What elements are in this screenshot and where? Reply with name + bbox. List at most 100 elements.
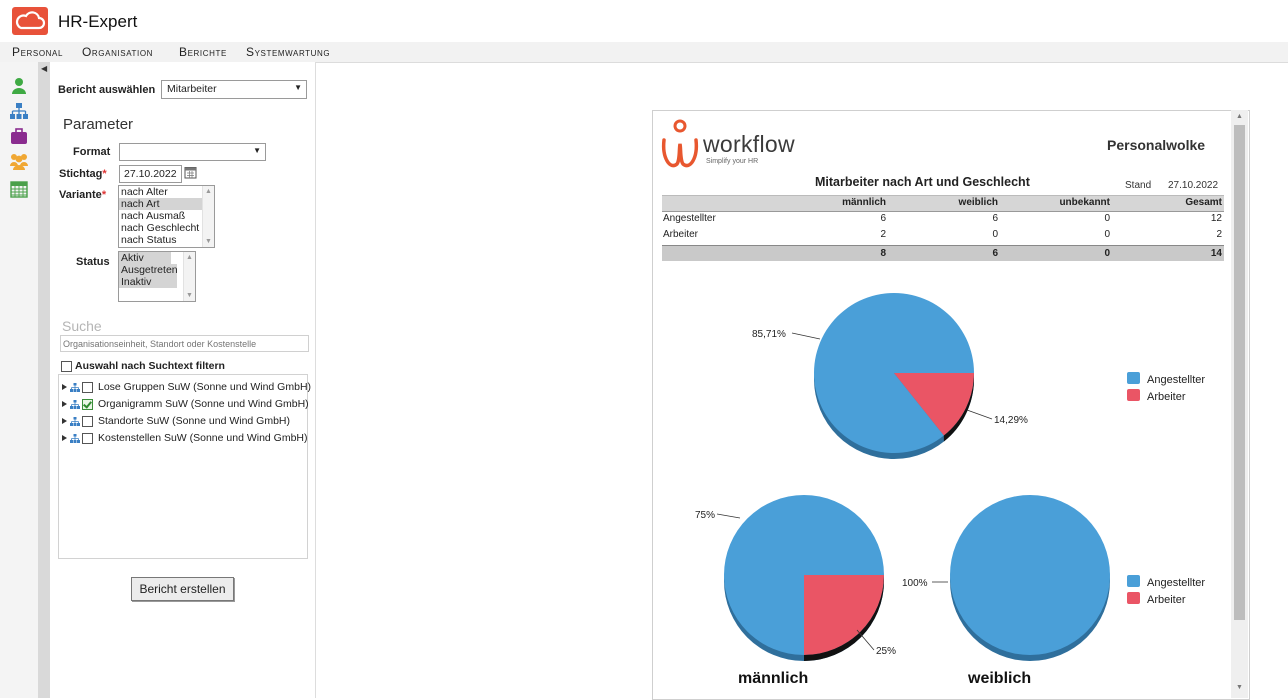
stand-label: Stand: [1125, 180, 1152, 191]
total-cell: 6: [992, 248, 998, 259]
filter-checkbox-label: Auswahl nach Suchtext filtern: [75, 360, 225, 372]
org-chart-icon: [70, 416, 80, 426]
person-icon[interactable]: [10, 77, 28, 95]
menu-organisation[interactable]: Organisation: [82, 45, 153, 59]
brand-tagline: Simplify your HR: [706, 158, 759, 165]
org-chart-icon: [70, 399, 80, 409]
stand-date: 27.10.2022: [1168, 180, 1219, 191]
tree-item[interactable]: Standorte SuW (Sonne und Wind GmbH): [62, 414, 290, 428]
pie-title-weiblich: weiblich: [967, 670, 1031, 687]
legend-label: Arbeiter: [1147, 391, 1186, 403]
stichtag-label: Stichtag*: [59, 168, 107, 180]
filter-checkbox-row[interactable]: Auswahl nach Suchtext filtern: [61, 360, 225, 372]
legend-swatch-arbeiter: [1127, 389, 1140, 401]
calendar-picker-icon[interactable]: [184, 166, 197, 179]
scroll-down-icon[interactable]: ▼: [1236, 684, 1243, 691]
variante-listbox[interactable]: nach Alter nach Art nach Ausmaß nach Ges…: [118, 185, 215, 248]
create-report-button[interactable]: Bericht erstellen: [131, 577, 234, 601]
org-chart-icon[interactable]: [10, 102, 28, 120]
listbox-scrollbar[interactable]: ▲ ▼: [202, 186, 214, 247]
collapse-panel-icon[interactable]: ◀: [41, 64, 47, 73]
format-select[interactable]: ▼: [119, 143, 266, 161]
scroll-up-icon[interactable]: ▲: [1236, 113, 1243, 120]
tree-checkbox-checked[interactable]: [82, 398, 93, 410]
table-cell: 0: [1104, 213, 1110, 224]
filter-checkbox[interactable]: [61, 360, 72, 372]
tree-checkbox[interactable]: [82, 415, 93, 427]
tree-checkbox[interactable]: [82, 381, 93, 393]
chevron-down-icon: ▼: [253, 146, 261, 155]
org-chart-icon: [70, 382, 80, 392]
tree-item[interactable]: Lose Gruppen SuW (Sonne und Wind GmbH): [62, 380, 311, 394]
org-chart-icon: [70, 433, 80, 443]
group-icon[interactable]: [10, 152, 28, 170]
table-cell: 0: [992, 229, 998, 240]
listbox-scrollbar[interactable]: ▲ ▼: [183, 252, 195, 301]
table-header: unbekannt: [1059, 197, 1110, 208]
report-select-label: Bericht auswählen: [58, 84, 156, 96]
expand-icon[interactable]: [62, 401, 67, 408]
pie-label: 75%: [695, 510, 715, 521]
variant-option[interactable]: nach Status: [119, 234, 214, 246]
pie-chart-overall: [814, 293, 974, 459]
table-cell: 6: [880, 213, 886, 224]
parameter-heading: Parameter: [63, 116, 134, 133]
variant-option-selected[interactable]: nach Art: [119, 198, 202, 210]
row-label: Arbeiter: [663, 229, 699, 240]
expand-icon[interactable]: [62, 418, 67, 425]
pie-label: 14,29%: [994, 415, 1028, 426]
table-cell: 2: [1216, 229, 1222, 240]
status-option[interactable]: Aktiv: [119, 252, 171, 264]
table-cell: 0: [1104, 229, 1110, 240]
pie-label: 100%: [902, 578, 928, 589]
table-cell: 6: [992, 213, 998, 224]
briefcase-icon[interactable]: [10, 127, 28, 145]
stichtag-input[interactable]: 27.10.2022: [119, 165, 182, 183]
company-name: Personalwolke: [1107, 137, 1206, 153]
tree-label: Organigramm SuW (Sonne und Wind GmbH): [98, 398, 309, 410]
format-label: Format: [73, 146, 111, 158]
report-scrollbar-thumb[interactable]: [1234, 125, 1245, 620]
status-listbox[interactable]: Aktiv Ausgetreten Inaktiv ▲ ▼: [118, 251, 196, 302]
row-label: Angestellter: [663, 213, 716, 224]
icon-sidebar: [0, 62, 38, 698]
report-select[interactable]: Mitarbeiter ▼: [161, 80, 307, 99]
variant-option[interactable]: nach Alter: [119, 186, 214, 198]
pie-chart-weiblich: [950, 495, 1110, 661]
report-select-value: Mitarbeiter: [167, 83, 217, 95]
variante-label: Variante*: [59, 189, 107, 201]
stichtag-value: 27.10.2022: [124, 168, 177, 180]
menu-bar: Personal Organisation Berichte Systemwar…: [0, 42, 1288, 63]
tree-label: Standorte SuW (Sonne und Wind GmbH): [98, 415, 291, 427]
calendar-icon[interactable]: [10, 180, 28, 198]
total-cell: 14: [1210, 248, 1222, 259]
total-cell: 0: [1104, 248, 1110, 259]
table-header: männlich: [842, 197, 886, 208]
tree-checkbox[interactable]: [82, 432, 93, 444]
report-title: Mitarbeiter nach Art und Geschlecht: [815, 175, 1030, 189]
pie-charts: 85,71% 14,29% 75% 25% 100% männlich weib…: [695, 293, 1110, 687]
search-input[interactable]: [60, 335, 309, 352]
variant-option[interactable]: nach Geschlecht: [119, 222, 214, 234]
tree-item[interactable]: Organigramm SuW (Sonne und Wind GmbH): [62, 397, 309, 411]
tree-item[interactable]: Kostenstellen SuW (Sonne und Wind GmbH): [62, 431, 308, 445]
legend-swatch-angestellter: [1127, 575, 1140, 587]
legend-label: Angestellter: [1147, 374, 1206, 386]
search-heading: Suche: [62, 318, 102, 334]
menu-berichte[interactable]: Berichte: [179, 45, 227, 59]
menu-personal[interactable]: Personal: [12, 45, 63, 59]
table-header: weiblich: [958, 197, 998, 208]
pie-chart-maennlich: [724, 495, 884, 661]
variant-option[interactable]: nach Ausmaß: [119, 210, 214, 222]
app-title: HR-Expert: [58, 12, 138, 31]
cloud-logo-icon: [12, 7, 48, 35]
expand-icon[interactable]: [62, 435, 67, 442]
status-option[interactable]: Ausgetreten: [119, 264, 178, 276]
status-option[interactable]: Inaktiv: [119, 276, 177, 288]
panel-splitter[interactable]: [38, 62, 50, 698]
total-cell: 8: [880, 248, 886, 259]
expand-icon[interactable]: [62, 384, 67, 391]
menu-systemwartung[interactable]: Systemwartung: [246, 45, 330, 59]
legend-label: Angestellter: [1147, 577, 1206, 589]
legend-swatch-arbeiter: [1127, 592, 1140, 604]
